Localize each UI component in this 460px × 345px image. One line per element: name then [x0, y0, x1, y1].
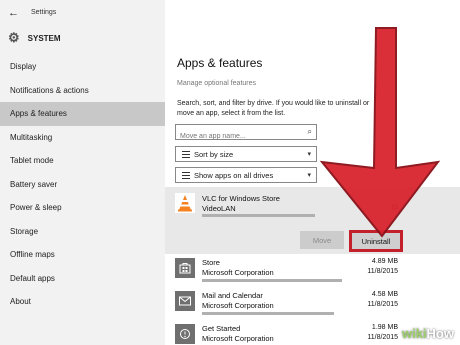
sidebar-item-label: Storage [10, 226, 39, 236]
app-publisher: Microsoft Corporation [202, 301, 274, 310]
search-icon[interactable]: ⌕ [308, 127, 312, 137]
app-date: 11/8/2015 [367, 301, 398, 308]
filter-dropdown-value: Show apps on all drives [194, 170, 274, 180]
list-icon [182, 150, 190, 158]
app-size-bar [202, 279, 342, 282]
app-publisher: Microsoft Corporation [202, 334, 274, 343]
sidebar-item-tablet-mode[interactable]: Tablet mode [0, 149, 165, 173]
sort-dropdown-value: Sort by size [194, 149, 234, 159]
store-icon [175, 258, 195, 278]
watermark-prefix: wiki [401, 326, 427, 341]
app-name: Mail and Calendar [202, 291, 263, 300]
list-item[interactable]: Store Microsoft Corporation 4.89 MB 11/8… [165, 256, 460, 290]
app-date: 11/8/2015 [367, 268, 398, 275]
list-icon [182, 171, 190, 179]
get-started-icon [175, 324, 195, 344]
app-name: Store [202, 258, 220, 267]
description-text: Search, sort, and filter by drive. If yo… [177, 100, 370, 117]
system-header: ⚙ SYSTEM [0, 25, 165, 51]
sidebar-item-label: Offline maps [10, 250, 55, 260]
sidebar-item-label: Multitasking [10, 132, 53, 142]
search-input[interactable] [176, 129, 296, 144]
chevron-down-icon: ▾ [307, 172, 311, 179]
main-panel: Apps & features Manage optional features… [165, 0, 460, 345]
sidebar-item-label: About [10, 297, 31, 307]
gear-icon: ⚙ [8, 30, 20, 45]
sidebar-item-apps-features[interactable]: Apps & features [0, 102, 165, 126]
app-date: 15 [390, 204, 398, 211]
app-publisher: VideoLAN [202, 204, 236, 213]
wikihow-watermark: wikiHow [402, 326, 454, 341]
sidebar-item-storage[interactable]: Storage [0, 220, 165, 244]
sidebar-item-display[interactable]: Display [0, 55, 165, 79]
app-search-box[interactable]: ⌕ [175, 124, 317, 144]
app-size: 1.98 MB [371, 324, 398, 331]
app-date: 11/8/2015 [367, 334, 398, 341]
sort-dropdown[interactable]: Sort by size ▾ [175, 146, 317, 162]
uninstall-button[interactable]: Uninstall [349, 230, 403, 252]
sidebar-nav: Display Notifications & actions Apps & f… [0, 55, 165, 314]
page-title: Apps & features [177, 56, 263, 70]
app-name: Get Started [202, 324, 241, 333]
sidebar-item-multitasking[interactable]: Multitasking [0, 126, 165, 150]
sidebar-item-label: Tablet mode [10, 156, 54, 166]
sidebar-item-about[interactable]: About [0, 290, 165, 314]
app-size-bar [202, 312, 334, 315]
window-title: Settings [31, 9, 57, 16]
app-size: 4.58 MB [371, 291, 398, 298]
title-bar: ← Settings [0, 0, 165, 25]
sidebar-item-label: Default apps [10, 273, 55, 283]
sidebar-item-label: Battery saver [10, 179, 58, 189]
sidebar-item-offline-maps[interactable]: Offline maps [0, 243, 165, 267]
app-name: VLC for Windows Store [202, 194, 280, 203]
sidebar: ← Settings ⚙ SYSTEM Display Notification… [0, 0, 165, 345]
filter-dropdown[interactable]: Show apps on all drives ▾ [175, 167, 317, 183]
system-header-label: SYSTEM [27, 33, 61, 43]
manage-optional-features-link[interactable]: Manage optional features [177, 80, 256, 87]
mail-icon [175, 291, 195, 311]
sidebar-item-power-sleep[interactable]: Power & sleep [0, 196, 165, 220]
list-item[interactable]: Mail and Calendar Microsoft Corporation … [165, 289, 460, 323]
app-size: 4.89 MB [371, 258, 398, 265]
app-size-bar [202, 214, 315, 217]
back-arrow-icon[interactable]: ← [8, 7, 19, 19]
sidebar-item-default-apps[interactable]: Default apps [0, 267, 165, 291]
sidebar-item-label: Apps & features [10, 109, 67, 119]
app-publisher: Microsoft Corporation [202, 268, 274, 277]
sidebar-item-label: Notifications & actions [10, 85, 89, 95]
sidebar-item-notifications[interactable]: Notifications & actions [0, 79, 165, 103]
watermark-suffix: How [426, 326, 454, 341]
sidebar-item-label: Display [10, 62, 37, 72]
move-button[interactable]: Move [300, 231, 344, 249]
sidebar-item-label: Power & sleep [10, 203, 62, 213]
sidebar-item-battery-saver[interactable]: Battery saver [0, 173, 165, 197]
vlc-cone-icon [175, 193, 195, 213]
chevron-down-icon: ▾ [307, 151, 311, 158]
